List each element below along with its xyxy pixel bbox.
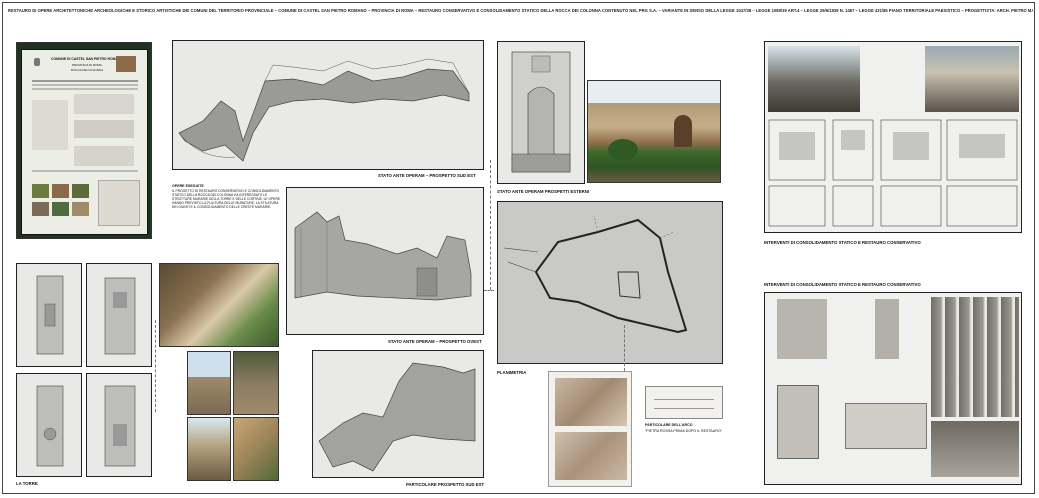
signboard-photo: COMUNE DI CASTEL SAN PIETRO ROMANO PROVI… xyxy=(16,42,152,239)
elevation-sud-est xyxy=(172,40,484,170)
torre-photo-4 xyxy=(233,417,279,481)
interior-photo xyxy=(159,263,279,347)
torre-drawing-1 xyxy=(16,263,82,367)
crest-icon xyxy=(34,58,40,66)
interventi-panel-2 xyxy=(764,292,1022,485)
caption-est: STATO ANTE OPERAM PROSPETTI ESTERNI xyxy=(497,189,589,194)
caption-sud-est: STATO ANTE OPERAM – PROSPETTO SUD EST xyxy=(378,173,476,178)
caption-torre: LA TORRE xyxy=(16,481,38,486)
castle-photo xyxy=(587,80,721,183)
planimetria xyxy=(497,201,723,364)
interventi-panel-1 xyxy=(764,41,1022,233)
inscription-photo xyxy=(645,386,723,419)
torre-drawing-2 xyxy=(86,263,152,367)
tower-elevation xyxy=(497,41,585,184)
elevation-particolare xyxy=(312,350,484,478)
caption-interventi-1: INTERVENTI DI CONSOLIDAMENTO STATICO E R… xyxy=(764,240,921,245)
note-block: OPERE ESEGUITE IL PROGETTO DI RESTAURO C… xyxy=(172,184,282,210)
header-title: RESTAURO DI OPERE ARCHITETTONICHE ARCHEO… xyxy=(8,8,1033,13)
caption-particolare: PARTICOLARE PROSPETTO SUD EST xyxy=(406,482,485,487)
torre-drawing-4 xyxy=(86,373,152,477)
caption-interventi-2: INTERVENTI DI CONSOLIDAMENTO STATICO E R… xyxy=(764,282,921,287)
torre-photo-1 xyxy=(187,351,231,415)
torre-photo-2 xyxy=(233,351,279,415)
torre-drawing-3 xyxy=(16,373,82,477)
stone-detail-panel xyxy=(548,371,632,487)
elevation-ovest xyxy=(286,187,484,335)
signboard-thumb xyxy=(116,56,136,72)
caption-planimetria: PLANIMETRIA xyxy=(497,370,527,375)
torre-photo-3 xyxy=(187,417,231,481)
caption-ovest: STATO ANTE OPERAM – PROSPETTO OVEST xyxy=(388,339,482,344)
stone-note-2: "PIETRA ROSSA PRIMA DOPO IL RESTAURO" xyxy=(645,429,723,433)
note-body: IL PROGETTO DI RESTAURO CONSERVATIVO E C… xyxy=(172,188,281,210)
stone-note-1: PARTICOLARE DELL'ARCO xyxy=(645,423,693,427)
